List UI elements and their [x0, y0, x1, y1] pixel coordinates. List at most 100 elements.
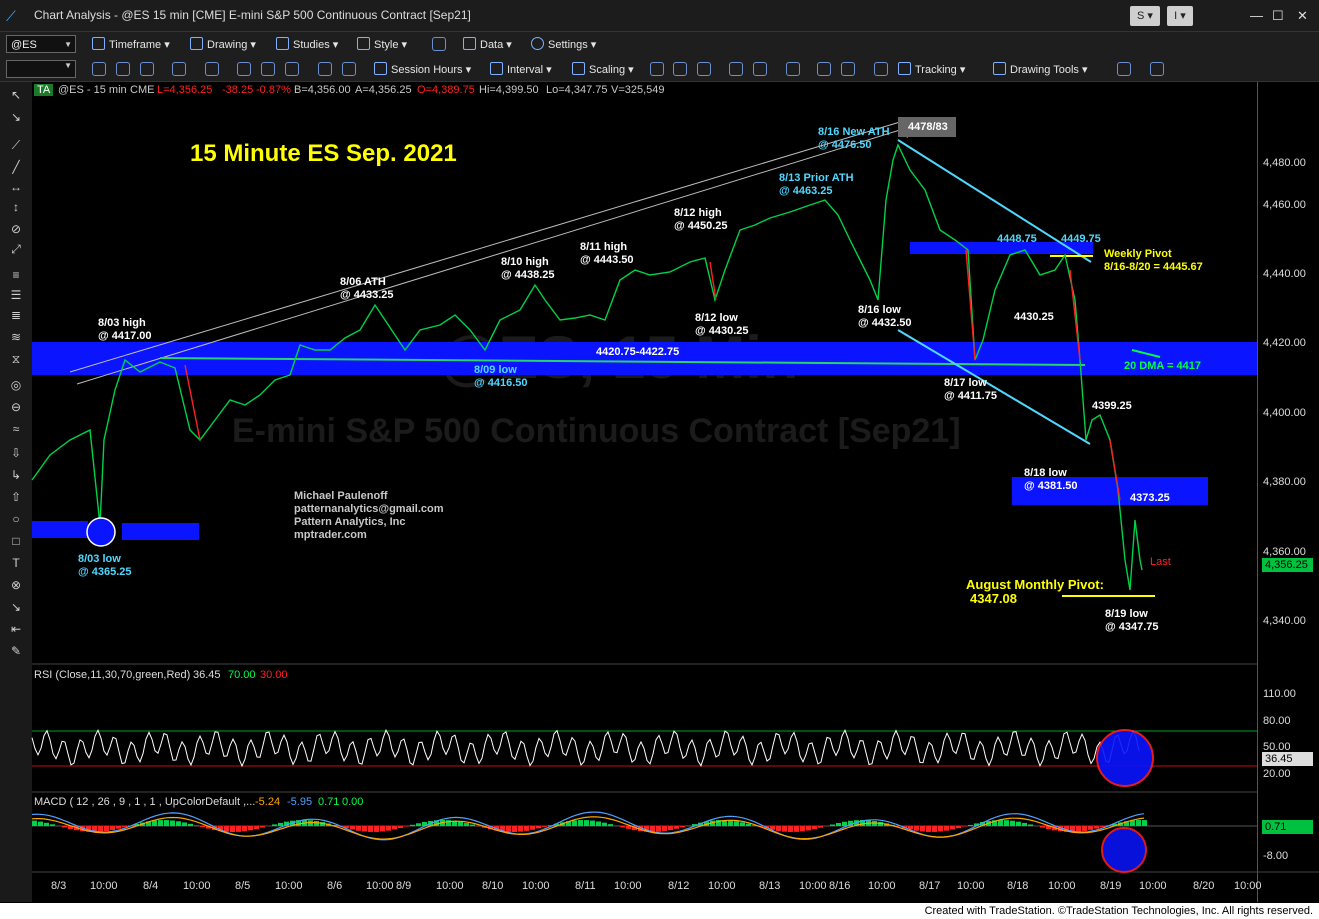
rsi-label: RSI (Close,11,30,70,green,Red) — [34, 669, 191, 681]
macd-hist-bar — [830, 824, 835, 826]
macd-hist-bar — [920, 826, 925, 832]
annotation-4478-83: 4478/83 — [908, 121, 948, 133]
macd-hist-bar — [572, 820, 577, 826]
annotation-8-03-high: 8/03 high @ 4417.00 — [98, 317, 152, 342]
macd-hist-bar — [740, 822, 745, 826]
annotation-4373-25: 4373.25 — [1130, 492, 1170, 504]
macd-hist-bar — [674, 826, 679, 829]
macd-hist-bar — [416, 823, 421, 826]
author-company: Pattern Analytics, Inc — [294, 516, 406, 528]
ta-badge[interactable]: TA — [34, 84, 54, 96]
time-tick: 8/20 — [1193, 880, 1215, 892]
macd-hist-bar — [782, 826, 787, 832]
macd-hist-bar — [32, 820, 37, 826]
macd-hist-bar — [518, 826, 523, 832]
macd-hist-bar — [50, 824, 55, 826]
macd-hist-bar — [746, 823, 751, 826]
price-tick: 4,380.00 — [1263, 476, 1306, 488]
macd-hist-bar — [1022, 822, 1027, 826]
time-tick: 10:00 — [436, 880, 464, 892]
macd-hist-bar — [1088, 826, 1093, 830]
macd-hist-bar — [1028, 824, 1033, 826]
time-tick: 10:00 — [799, 880, 827, 892]
time-tick: 10:00 — [708, 880, 736, 892]
annotation-8-16-low: 8/16 low @ 4432.50 — [858, 304, 912, 329]
time-tick: 10:00 — [366, 880, 394, 892]
macd-hist-bar — [680, 826, 685, 828]
price-tick: 4,420.00 — [1263, 337, 1306, 349]
info-low: Lo=4,347.75 — [546, 84, 608, 96]
price-tick: 4,340.00 — [1263, 615, 1306, 627]
macd-hist-bar — [188, 823, 193, 826]
time-tick: 10:00 — [957, 880, 985, 892]
macd-hist-bar — [776, 826, 781, 831]
annotation-8-16-new-ath: 8/16 New ATH @ 4476.50 — [818, 126, 890, 151]
macd-hist-bar — [608, 824, 613, 826]
annotation-8-12-high: 8/12 high @ 4450.25 — [674, 207, 728, 232]
info-bid: B=4,356.00 — [294, 84, 351, 96]
macd-hist-bar — [578, 820, 583, 826]
time-tick: 10:00 — [614, 880, 642, 892]
macd-hist-bar — [998, 820, 1003, 826]
macd-hist-bar — [464, 823, 469, 826]
footer-text: Created with TradeStation. ©TradeStation… — [924, 905, 1313, 917]
macd-hist-bar — [62, 826, 67, 828]
macd-hist-bar — [602, 822, 607, 826]
macd-hist-bar — [278, 822, 283, 826]
macd-hist-bar — [794, 826, 799, 832]
info-high: Hi=4,399.50 — [479, 84, 539, 96]
macd-hist-bar — [734, 821, 739, 826]
annotation-8-06-ath: 8/06 ATH @ 4433.25 — [340, 276, 394, 301]
macd-hist-bar — [800, 826, 805, 832]
macd-hist-bar — [1016, 821, 1021, 826]
annotation-20-dma: 20 DMA = 4417 — [1124, 360, 1201, 372]
macd-v3: 0.71 — [318, 796, 340, 808]
last-label: Last — [1150, 556, 1171, 568]
macd-hist-bar — [656, 826, 661, 832]
time-tick: 10:00 — [90, 880, 118, 892]
macd-hist-bar — [1082, 826, 1087, 831]
macd-hist-bar — [542, 826, 547, 827]
macd-hist-bar — [806, 826, 811, 831]
macd-hist-bar — [350, 826, 355, 830]
time-tick: 8/11 — [575, 880, 596, 892]
macd-hist-bar — [1076, 826, 1081, 832]
info-exchange: CME — [130, 84, 155, 96]
info-open: O=4,389.75 — [417, 84, 475, 96]
macd-hist-bar — [1142, 820, 1147, 826]
macd-hist-bar — [110, 826, 115, 831]
macd-label: MACD ( 12 , 26 , 9 , 1 , 1 , UpColorDefa… — [34, 796, 256, 808]
author-block: Michael Paulenoff patternanalytics@gmail… — [294, 490, 444, 542]
rsi-highlight-circle — [1096, 729, 1154, 787]
time-tick: 8/12 — [668, 880, 690, 892]
macd-v1: -5.24 — [255, 796, 281, 808]
macd-hist-bar — [938, 826, 943, 832]
macd-hist-bar — [242, 826, 247, 832]
macd-hist-bar — [590, 820, 595, 826]
macd-hist-bar — [968, 824, 973, 826]
price-tick: 4,480.00 — [1263, 157, 1306, 169]
macd-hist-bar — [410, 824, 415, 826]
annotation-8-10-high: 8/10 high @ 4438.25 — [501, 256, 555, 281]
macd-hist-bar — [170, 820, 175, 826]
author-name: Michael Paulenoff — [294, 490, 388, 502]
macd-hist-bar — [470, 824, 475, 826]
macd-highlight-circle — [1101, 827, 1147, 873]
annotation-8-13-prior-ath: 8/13 Prior ATH @ 4463.25 — [779, 172, 854, 197]
macd-hist-bar — [530, 826, 535, 830]
macd-v4: 0.00 — [342, 796, 364, 808]
price-chart[interactable]: @ES, 15 Min E-mini S&P 500 Continuous Co… — [0, 0, 1319, 919]
macd-hist-bar — [956, 826, 961, 829]
macd-hist-bar — [788, 826, 793, 832]
macd-hist-bar — [272, 824, 277, 826]
annotation-8-17-low: 8/17 low @ 4411.75 — [944, 377, 997, 402]
macd-hist-bar — [1100, 826, 1105, 827]
time-tick: 10:00 — [183, 880, 211, 892]
annotation-8-19-low: 8/19 low @ 4347.75 — [1105, 608, 1159, 633]
annotation-weekly-pivot: Weekly Pivot 8/16-8/20 = 4445.67 — [1104, 248, 1203, 273]
price-tick: 4,440.00 — [1263, 268, 1306, 280]
info-ask: A=4,356.25 — [355, 84, 412, 96]
annotation-8-12-low: 8/12 low @ 4430.25 — [695, 312, 749, 337]
author-email: patternanalytics@gmail.com — [294, 503, 444, 515]
macd-hist-bar — [668, 826, 673, 831]
